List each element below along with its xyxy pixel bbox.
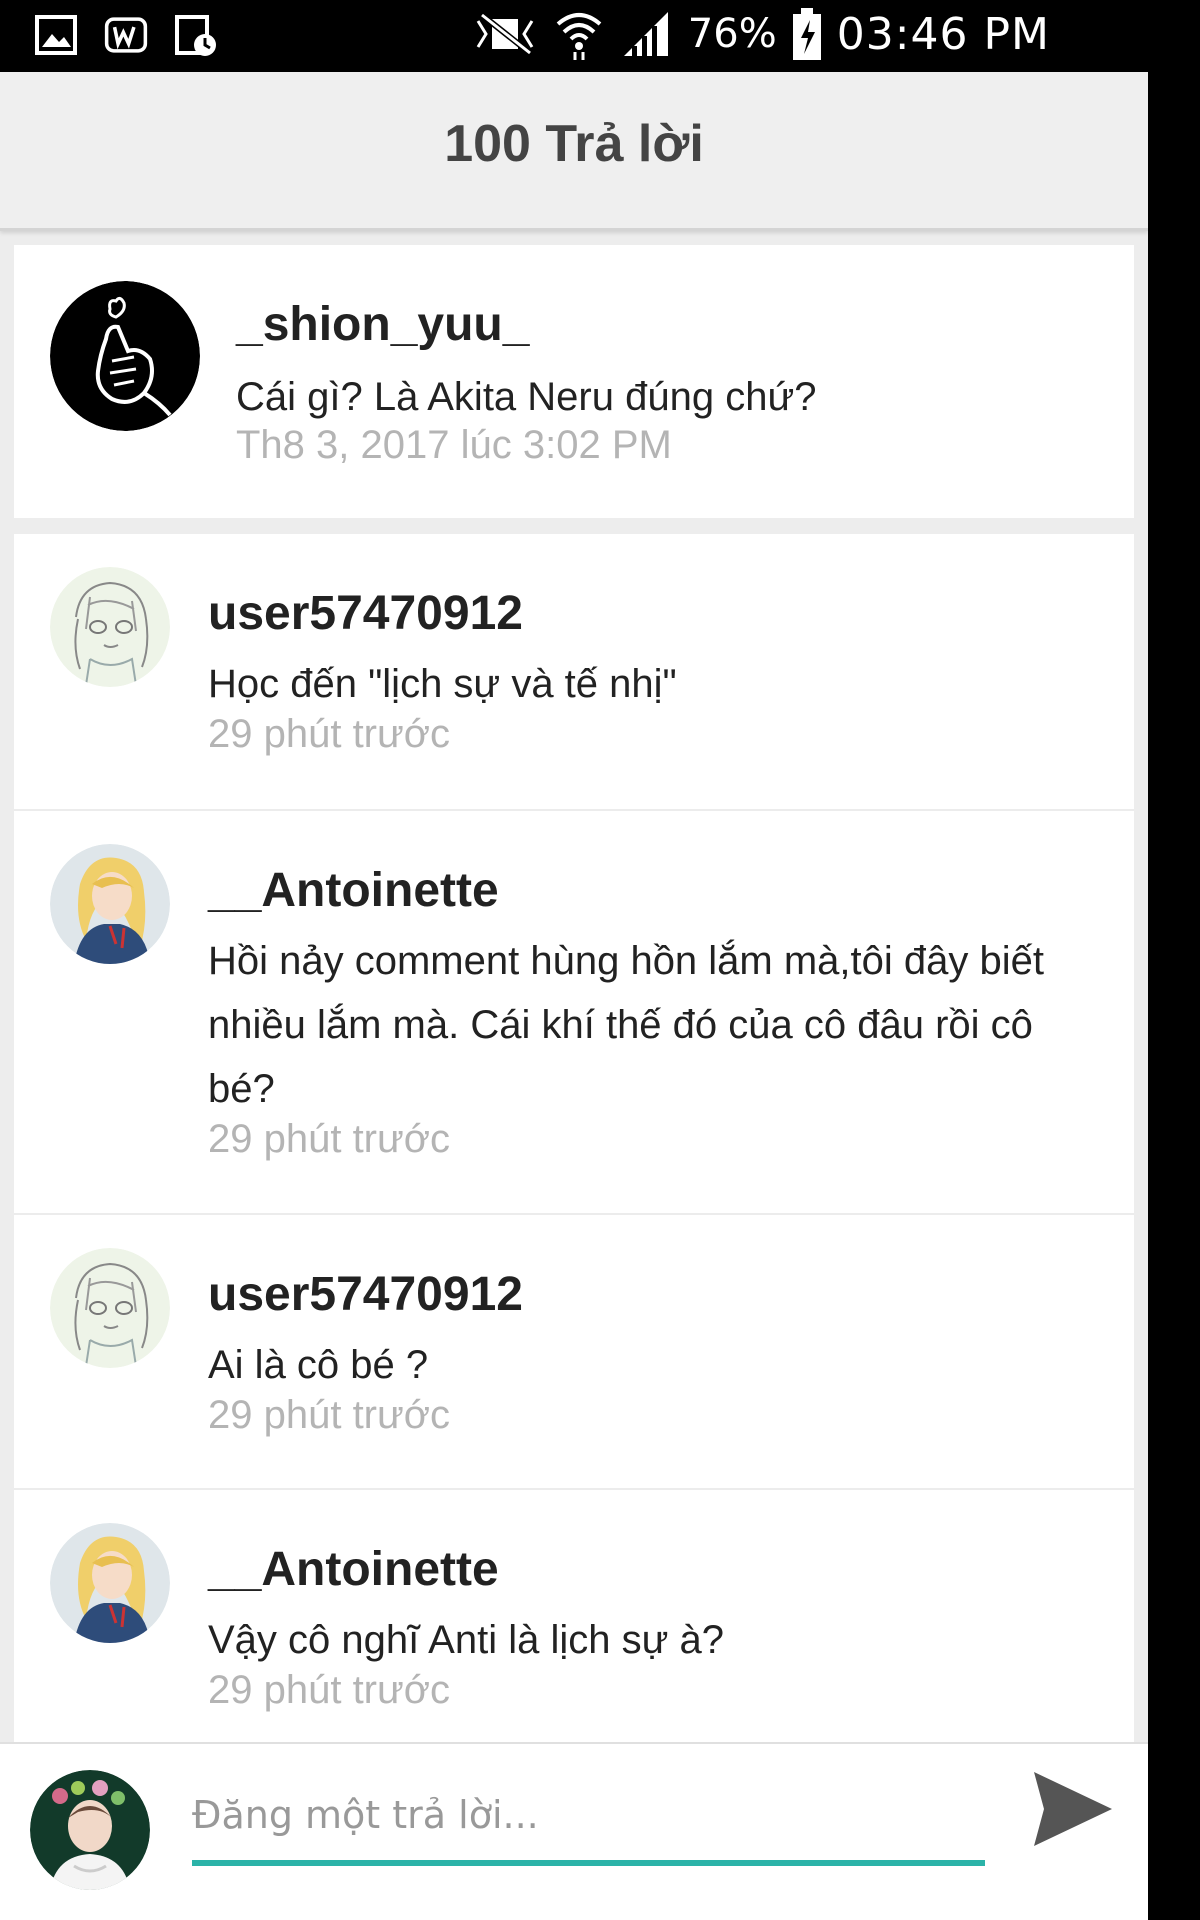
reply-message: Học đến "lịch sự và tế nhị" [208, 662, 677, 706]
phone-screen: 76% 03:46 PM 100 Trả lời _shion_yuu_ Cái… [0, 0, 1200, 1920]
reply-timestamp: 29 phút trước [208, 1393, 451, 1437]
post-timestamp: Th8 3, 2017 lúc 3:02 PM [236, 423, 672, 467]
post-username[interactable]: _shion_yuu_ [236, 297, 529, 352]
list-item[interactable]: __Antoinette Hồi nảy comment hùng hồn lắ… [14, 811, 1134, 1213]
page-title: 100 Trả lời [444, 115, 704, 173]
signal-icon [623, 12, 668, 56]
avatar[interactable] [50, 844, 170, 964]
app-header: 100 Trả lời [0, 72, 1148, 231]
send-button[interactable] [1030, 1766, 1116, 1852]
avatar[interactable] [50, 567, 170, 687]
avatar[interactable] [50, 1523, 170, 1643]
reply-composer [0, 1742, 1148, 1920]
list-item[interactable]: __Antoinette Vậy cô nghĩ Anti là lịch sự… [14, 1490, 1134, 1763]
wifi-icon [556, 13, 602, 60]
battery-percent: 76% [687, 11, 777, 57]
blonde-girl-avatar [50, 844, 170, 964]
input-underline [192, 1860, 985, 1866]
original-post[interactable]: _shion_yuu_ Cái gì? Là Akita Neru đúng c… [14, 245, 1134, 518]
battery-charging-icon [792, 8, 821, 60]
avatar[interactable] [50, 281, 200, 431]
reply-message: Vậy cô nghĩ Anti là lịch sự à? [208, 1618, 724, 1662]
reply-username[interactable]: __Antoinette [208, 863, 499, 918]
post-message: Cái gì? Là Akita Neru đúng chứ? [236, 375, 817, 419]
avatar[interactable] [50, 1248, 170, 1368]
reply-message: Hồi nảy comment hùng hồn lắm mà,tôi đây … [208, 939, 1044, 1111]
reply-message: Ai là cô bé ? [208, 1343, 429, 1387]
blonde-girl-avatar [50, 1523, 170, 1643]
reply-timestamp: 29 phút trước [208, 1117, 451, 1161]
avatar[interactable] [30, 1770, 150, 1890]
heart-hand-avatar [50, 281, 200, 431]
reply-input[interactable] [192, 1774, 985, 1856]
current-user-avatar [30, 1770, 150, 1890]
clock: 03:46 PM [836, 8, 1050, 60]
reply-username[interactable]: __Antoinette [208, 1542, 499, 1597]
list-item[interactable]: user57470912 Học đến "lịch sự và tế nhị"… [14, 534, 1134, 809]
replies-screen: 100 Trả lời _shion_yuu_ Cái gì? Là Akita… [0, 72, 1148, 1920]
calendar-clock-icon [175, 15, 216, 56]
sketch-girl-avatar [50, 567, 170, 687]
gallery-icon [35, 15, 77, 55]
reply-timestamp: 29 phút trước [208, 712, 451, 756]
replies-list: user57470912 Học đến "lịch sự và tế nhị"… [14, 534, 1134, 1834]
reply-timestamp: 29 phút trước [208, 1668, 451, 1712]
mute-icon [476, 12, 534, 56]
sketch-girl-avatar [50, 1248, 170, 1368]
reply-username[interactable]: user57470912 [208, 1267, 523, 1322]
reply-username[interactable]: user57470912 [208, 586, 523, 641]
status-bar: 76% 03:46 PM [0, 0, 1200, 72]
list-item[interactable]: user57470912 Ai là cô bé ? 29 phút trước [14, 1215, 1134, 1488]
app-w-icon [104, 17, 148, 53]
send-icon [1034, 1772, 1112, 1846]
